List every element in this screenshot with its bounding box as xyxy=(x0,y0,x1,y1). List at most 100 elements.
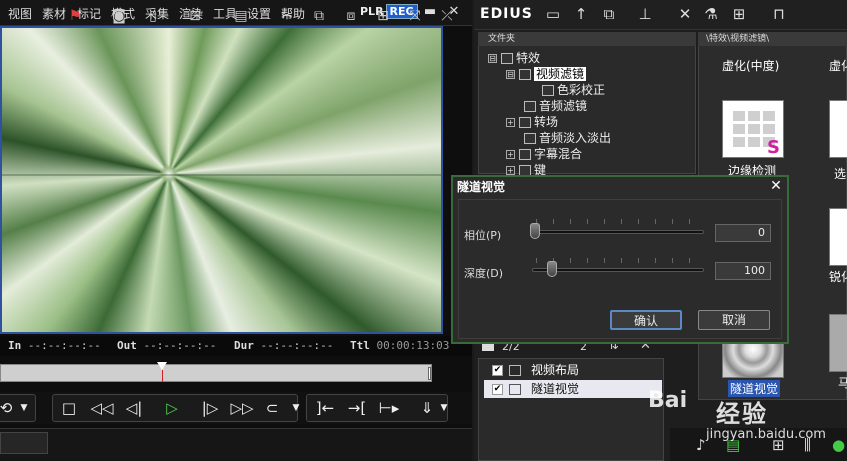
in-label: In xyxy=(8,339,22,352)
transport-bar: ⟲ ▼ □ ◁◁ ◁| ▷ |▷ ▷▷ ⊂ ▼ ]← →[ ⊢▸ ⇓ ▼ xyxy=(0,392,472,424)
tree-item-audio-fades[interactable]: 音频淡入淡出 xyxy=(524,129,611,146)
in-timecode: --:--:--:-- xyxy=(27,339,101,352)
layout-icon xyxy=(509,365,521,376)
playhead-line xyxy=(162,370,163,382)
watermark-url: jingyan.baidu.com xyxy=(706,427,826,442)
phase-slider-handle[interactable] xyxy=(530,223,540,239)
new-file-icon[interactable]: ▯ xyxy=(144,8,162,24)
track-field[interactable] xyxy=(0,432,48,454)
phase-value[interactable]: 0 xyxy=(715,224,771,242)
folder-open-icon xyxy=(501,53,513,64)
paste-icon[interactable]: ⧈ xyxy=(342,8,360,24)
lock-icon[interactable]: ⊓ xyxy=(770,5,788,23)
menu-view[interactable]: 视图 xyxy=(8,5,32,22)
folder-icon xyxy=(519,117,531,128)
export-icon[interactable]: ⊡ xyxy=(186,8,204,24)
effect-thumb-edge-detect[interactable]: S xyxy=(722,100,784,158)
copy-icon[interactable]: ⧉ xyxy=(310,8,328,24)
list-item[interactable]: ✔ 隧道视觉 xyxy=(484,380,662,398)
phase-label: 相位(P) xyxy=(464,229,502,242)
stop-icon[interactable]: □ xyxy=(60,398,78,418)
add-clip-icon[interactable]: ⧉ xyxy=(600,5,618,23)
dur-timecode: --:--:--:-- xyxy=(260,339,334,352)
camera-icon[interactable]: ◙ xyxy=(110,8,128,24)
razor-marker-icon[interactable]: ⚑ xyxy=(66,8,84,24)
out-timecode: --:--:--:-- xyxy=(143,339,217,352)
out-label: Out xyxy=(117,339,137,352)
microphone-icon[interactable]: ♪ xyxy=(696,436,706,454)
app-title: EDIUS xyxy=(480,6,533,22)
tree-item-title-mix[interactable]: + 字幕混合 xyxy=(506,145,582,162)
position-slider[interactable] xyxy=(0,364,432,382)
menu-clip[interactable]: 素材 xyxy=(42,5,66,22)
watermark-brand: 经验 xyxy=(716,400,768,428)
ripple-delete-icon[interactable]: ⤫ xyxy=(438,8,456,24)
effect-thumb-partial[interactable] xyxy=(829,314,847,372)
delete-icon[interactable]: ⤧ xyxy=(406,8,424,24)
tree-item-video-filters[interactable]: ⊟ 视频滤镜 xyxy=(506,65,587,82)
effect-label[interactable]: 虚化 xyxy=(829,57,847,74)
effect-label[interactable]: 虚化(中度) xyxy=(722,57,779,74)
chevron-down-icon[interactable]: ▼ xyxy=(18,398,30,418)
depth-value[interactable]: 100 xyxy=(715,262,771,280)
folder-icon xyxy=(524,133,536,144)
set-in-icon[interactable]: ]← xyxy=(312,398,338,418)
checkbox[interactable]: ✔ xyxy=(492,384,503,395)
effects-path: \特效\视频滤镜\ xyxy=(698,32,847,46)
folder-icon[interactable]: ▭ xyxy=(544,5,562,23)
folder-icon xyxy=(524,101,536,112)
checkbox[interactable]: ✔ xyxy=(492,365,503,376)
step-back-icon[interactable]: ◁| xyxy=(122,398,146,418)
cancel-button[interactable]: 取消 xyxy=(698,310,770,330)
replace-icon[interactable]: ⊞ xyxy=(374,8,392,24)
tree-item-transitions[interactable]: + 转场 xyxy=(506,113,558,130)
save-icon[interactable]: ▤ xyxy=(232,8,250,24)
effect-thumb-partial[interactable] xyxy=(829,100,847,158)
close-icon[interactable]: ✕ xyxy=(768,177,784,195)
fast-forward-icon[interactable]: ▷▷ xyxy=(228,398,256,418)
effect-label[interactable]: 马 xyxy=(838,374,847,391)
ttl-timecode: 00:00:13:03 xyxy=(376,339,450,352)
ok-button[interactable]: 确认 xyxy=(610,310,682,330)
list-item[interactable]: ✔ 视频布局 xyxy=(484,361,662,379)
folder-open-icon xyxy=(519,69,531,80)
delete-icon[interactable]: ✕ xyxy=(676,5,694,23)
jog-icon[interactable]: ⟲ xyxy=(0,398,14,418)
rewind-icon[interactable]: ◁◁ xyxy=(88,398,116,418)
watermark-logo: Bai xyxy=(648,388,688,413)
chevron-down-icon[interactable]: ▼ xyxy=(290,398,302,418)
loop-icon[interactable]: ⊂ xyxy=(262,398,282,418)
folder-icon xyxy=(542,85,554,96)
timeline-add-icon[interactable]: ⊥ xyxy=(636,5,654,23)
depth-slider[interactable] xyxy=(532,268,704,272)
timeline-toolbar xyxy=(0,428,472,461)
step-forward-icon[interactable]: |▷ xyxy=(198,398,222,418)
insert-icon[interactable]: ⊢▸ xyxy=(376,398,402,418)
set-out-icon[interactable]: →[ xyxy=(344,398,370,418)
view-mode-icon[interactable]: ⊞ xyxy=(730,5,748,23)
folder-icon xyxy=(519,149,531,160)
depth-slider-handle[interactable] xyxy=(547,261,558,277)
cut-icon[interactable]: ✂ xyxy=(278,8,296,24)
effect-thumb-partial[interactable] xyxy=(829,208,847,266)
tree-item-color-correction[interactable]: 色彩校正 xyxy=(542,81,605,98)
overwrite-icon[interactable]: ⇓ xyxy=(418,398,436,418)
tree-item-effects[interactable]: ⊟ 特效 xyxy=(488,49,540,66)
video-preview xyxy=(0,26,443,334)
phase-slider[interactable] xyxy=(532,230,704,234)
out-point-marker[interactable] xyxy=(428,367,431,380)
menu-settings[interactable]: 设置 xyxy=(247,5,271,22)
effect-label[interactable]: 锐化 xyxy=(829,268,847,285)
depth-label: 深度(D) xyxy=(464,267,504,280)
properties-icon[interactable]: ⚗ xyxy=(702,5,720,23)
tree-item-audio-filters[interactable]: 音频滤镜 xyxy=(524,97,587,114)
status-icon[interactable]: ● xyxy=(832,436,845,454)
effect-label[interactable]: 选 xyxy=(834,165,846,182)
depth-ticks xyxy=(536,258,702,263)
timecode-bar: In --:--:--:-- Out --:--:--:-- Dur --:--… xyxy=(0,336,472,356)
minimize-button[interactable]: ▬ xyxy=(422,4,438,20)
up-folder-icon[interactable]: ↑ xyxy=(572,5,590,23)
chevron-down-icon[interactable]: ▼ xyxy=(438,398,450,418)
play-icon[interactable]: ▷ xyxy=(162,398,182,418)
folder-tree-header: 文件夹 xyxy=(478,32,696,46)
